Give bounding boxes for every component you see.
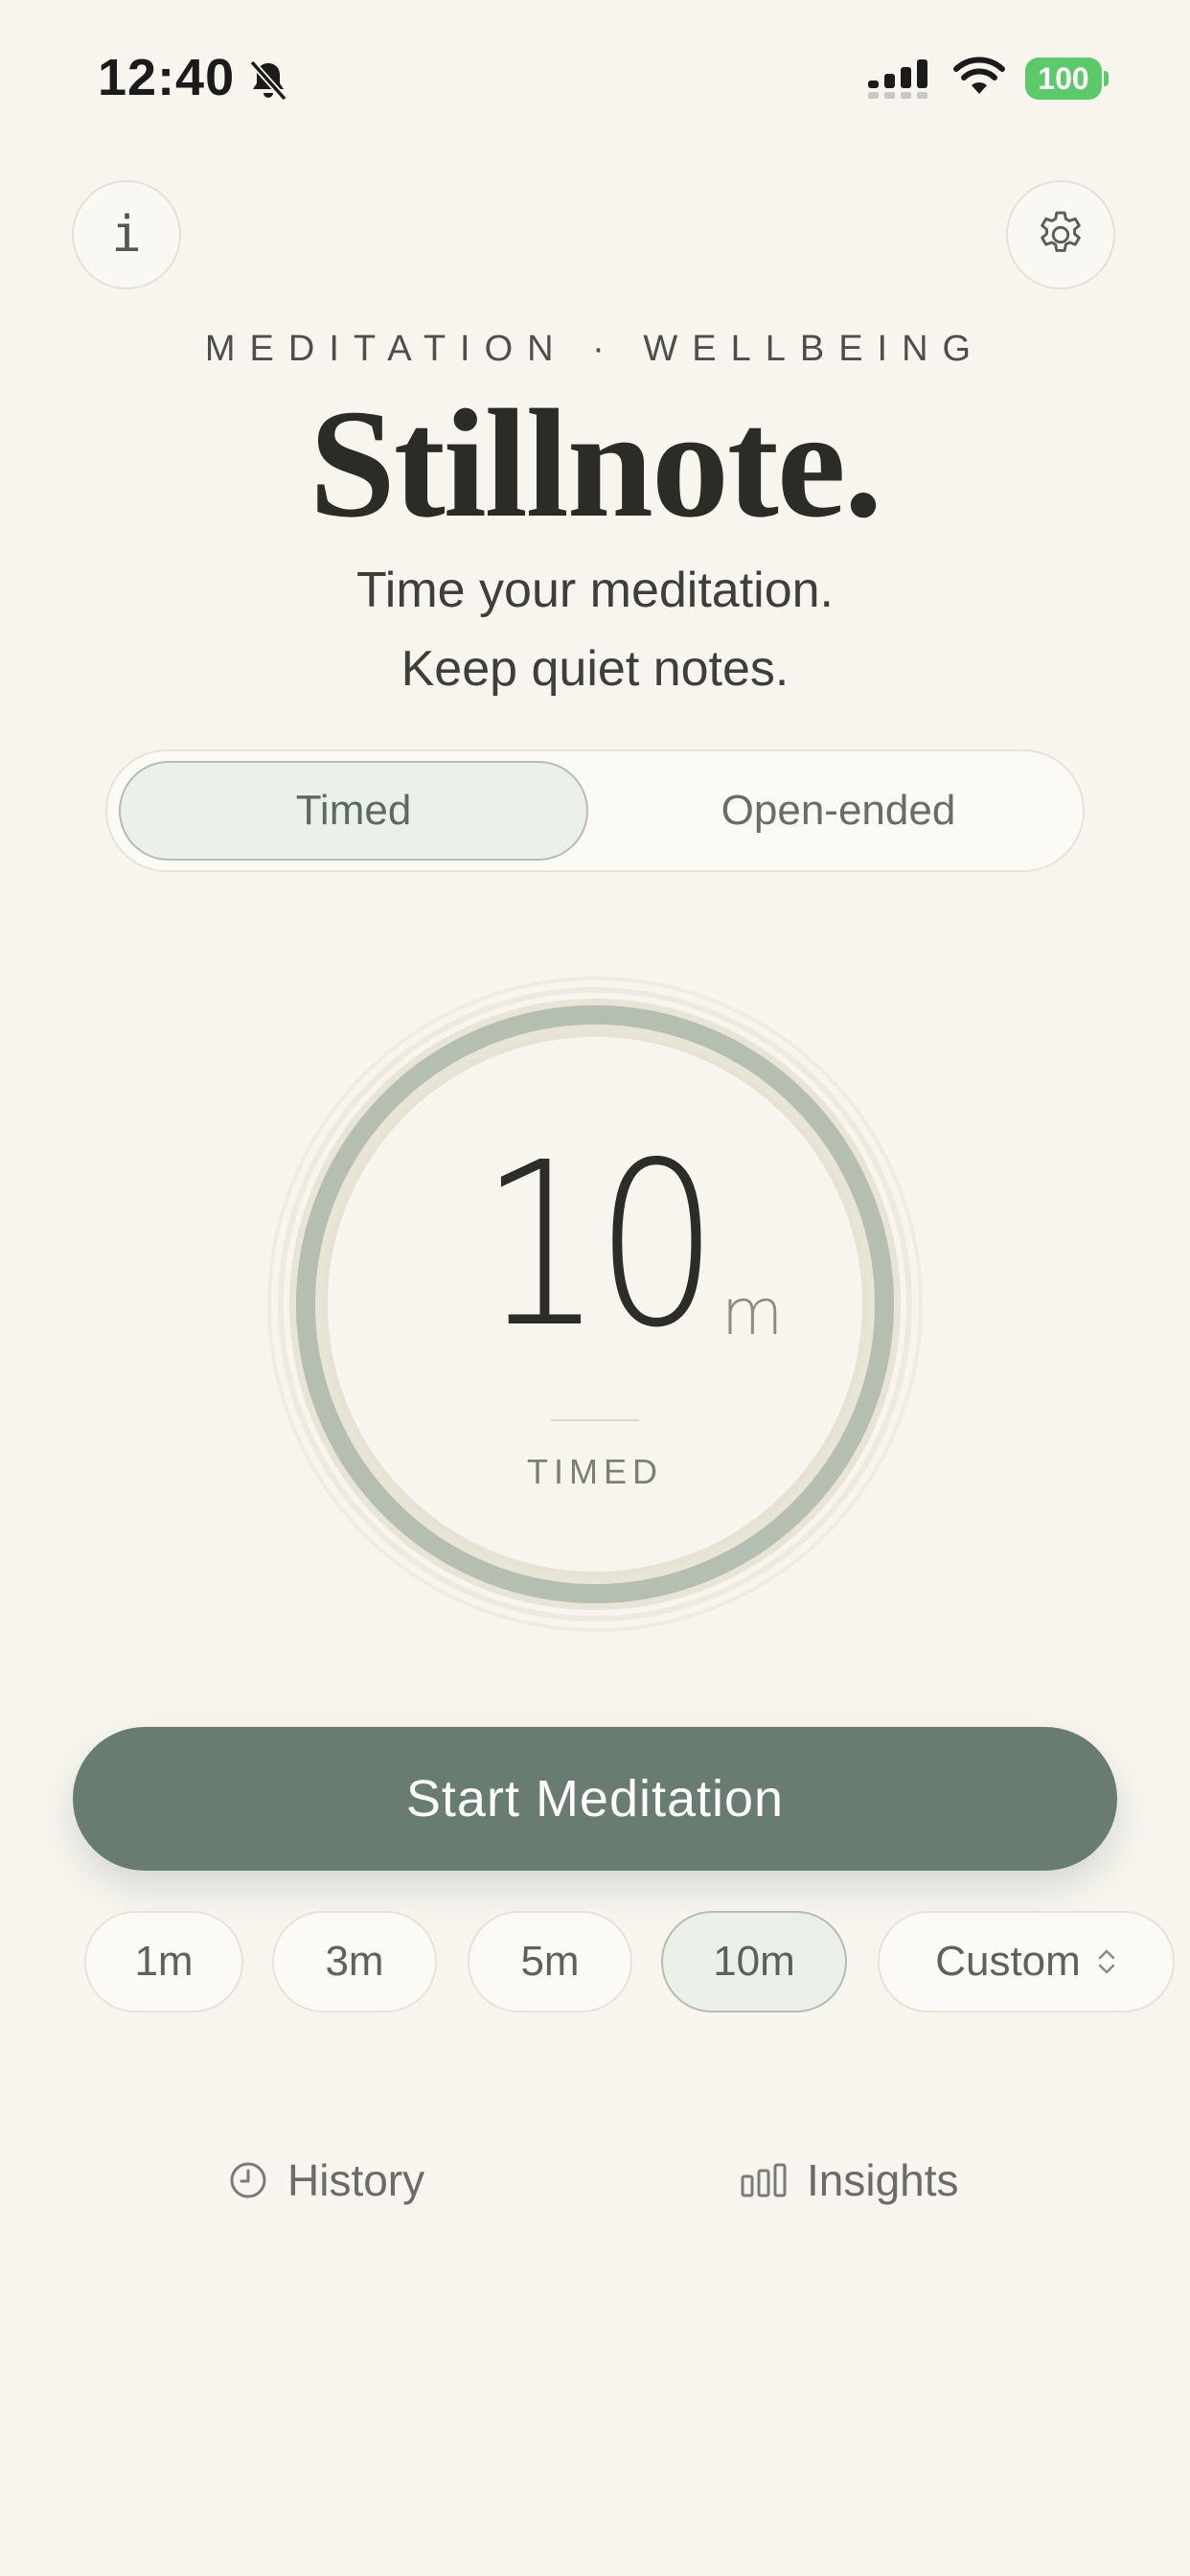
clock-icon: [230, 2162, 266, 2198]
tagline-line-2: Keep quiet notes.: [400, 641, 790, 697]
history-label: History: [287, 2155, 425, 2205]
wifi-icon: [953, 57, 1005, 94]
tagline-line-1: Time your meditation.: [355, 563, 835, 618]
battery-level: 100: [1025, 58, 1102, 100]
history-link[interactable]: History: [228, 2147, 424, 2214]
preset-custom-button[interactable]: Custom: [878, 1911, 1175, 2012]
timer-unit: m: [721, 1276, 784, 1349]
status-time: 12:40: [98, 49, 236, 106]
app-title: Stillnote.: [309, 379, 883, 550]
bell-muted-icon: [249, 59, 287, 102]
preset-3m-button[interactable]: 3m: [272, 1911, 437, 2012]
meditation-home-screen: 12:40 100 i MEDITATION · WELLBEING Still: [0, 0, 1190, 2576]
preset-10m-button[interactable]: 10m: [661, 1911, 847, 2012]
dial-divider: [551, 1419, 639, 1421]
mode-option-open-ended[interactable]: Open-ended: [602, 761, 1075, 861]
gear-icon: [1041, 211, 1081, 252]
timer-mode-label: TIMED: [527, 1452, 663, 1491]
mode-segmented-control: Timed Open-ended: [105, 749, 1085, 872]
preset-1m-button[interactable]: 1m: [84, 1911, 243, 2012]
app-category-eyebrow: MEDITATION · WELLBEING: [204, 329, 986, 369]
settings-button[interactable]: [1006, 180, 1115, 289]
timer-dial[interactable]: 10 m TIMED: [263, 973, 927, 1636]
chevron-up-down-icon: [1098, 1949, 1115, 1974]
info-icon: i: [111, 206, 142, 264]
timer-value-number: 10: [479, 1114, 719, 1377]
insights-link[interactable]: Insights: [740, 2147, 959, 2214]
battery-indicator: 100: [1025, 58, 1109, 100]
battery-nub: [1104, 71, 1109, 86]
preset-custom-label: Custom: [935, 1938, 1081, 1985]
bar-chart-icon: [741, 2163, 787, 2197]
cellular-signal-icon: [868, 59, 927, 99]
info-button[interactable]: i: [72, 180, 181, 289]
insights-label: Insights: [807, 2155, 959, 2205]
preset-5m-button[interactable]: 5m: [468, 1911, 632, 2012]
start-meditation-button[interactable]: Start Meditation: [73, 1727, 1117, 1871]
mode-option-timed[interactable]: Timed: [119, 761, 588, 861]
timer-value: 10: [263, 1131, 927, 1361]
